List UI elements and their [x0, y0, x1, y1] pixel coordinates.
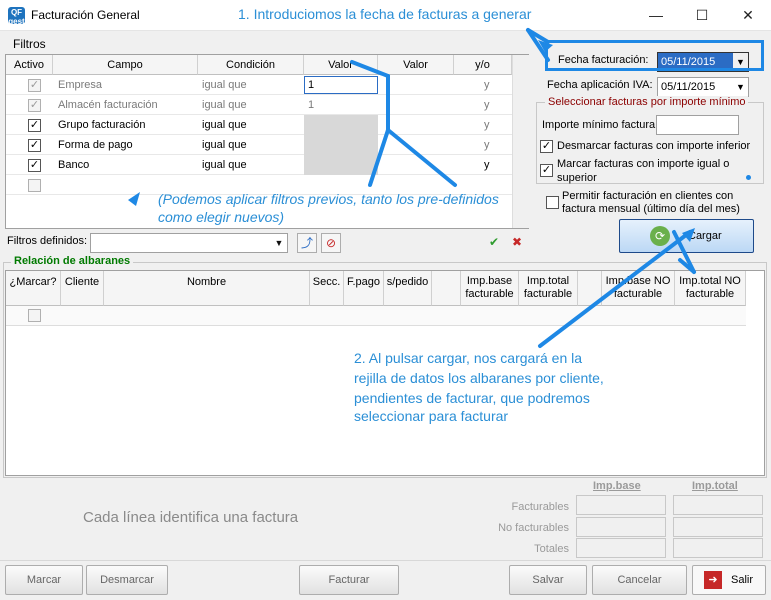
- annotation-3-line1: 2. Al pulsar cargar, nos cargará en la: [354, 350, 583, 366]
- annotation-2-line2: como elegir nuevos): [158, 209, 285, 225]
- arrow-2-line: [350, 60, 390, 78]
- annotation-3-line3: pendientes de facturar, que podremos: [354, 390, 590, 406]
- annotation-arrows: [128, 28, 696, 348]
- arrow-2-line: [368, 128, 390, 187]
- annotation-3-line4: seleccionar para facturar: [354, 408, 509, 424]
- arrowhead-3: [682, 228, 695, 242]
- annotation-1: 1. Introduciomos la fecha de facturas a …: [238, 6, 532, 22]
- arrowhead-2: [128, 192, 140, 206]
- annotation-2-line1: (Podemos aplicar filtros previos, tanto …: [158, 191, 499, 207]
- annotation-3-line2: rejilla de datos los albaranes por clien…: [354, 370, 604, 386]
- arrow-2-line: [386, 128, 457, 187]
- arrow-3-line: [538, 230, 692, 348]
